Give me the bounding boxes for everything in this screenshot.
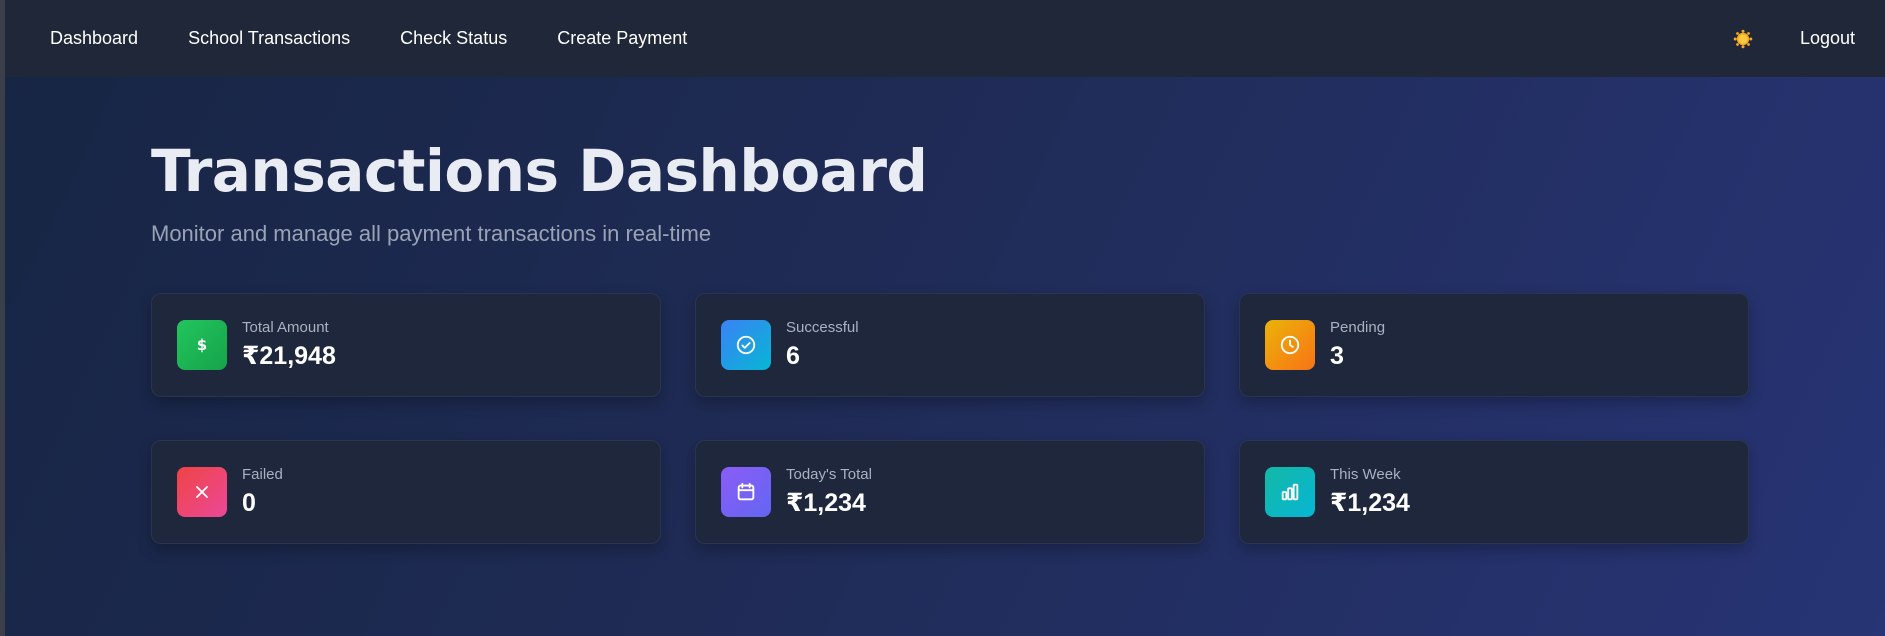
logout-button[interactable]: Logout xyxy=(1800,28,1855,49)
stat-label: Today's Total xyxy=(786,466,872,483)
stat-card-successful: Successful 6 xyxy=(695,293,1205,397)
stat-value: ₹21,948 xyxy=(242,342,336,370)
stat-card-pending: Pending 3 xyxy=(1239,293,1749,397)
clock-icon xyxy=(1265,320,1315,370)
stat-card-total-amount: $ Total Amount ₹21,948 xyxy=(151,293,661,397)
nav-link-create-payment[interactable]: Create Payment xyxy=(557,28,687,49)
stat-label: Pending xyxy=(1330,319,1386,336)
calendar-icon xyxy=(721,467,771,517)
dollar-icon: $ xyxy=(177,320,227,370)
nav-link-school-transactions[interactable]: School Transactions xyxy=(188,28,350,49)
stat-value: 0 xyxy=(242,489,256,517)
check-circle-icon xyxy=(721,320,771,370)
stat-label: Total Amount xyxy=(242,319,329,336)
bar-chart-icon xyxy=(1265,467,1315,517)
stat-card-todays-total: Today's Total ₹1,234 xyxy=(695,440,1205,544)
page-subtitle: Monitor and manage all payment transacti… xyxy=(151,221,712,246)
main-content: Transactions Dashboard Monitor and manag… xyxy=(151,135,1751,544)
nav-link-dashboard[interactable]: Dashboard xyxy=(50,28,138,49)
stat-label: Failed xyxy=(242,466,283,483)
page-title: Transactions Dashboard xyxy=(151,137,928,205)
nav-right-actions: Logout xyxy=(1732,28,1855,50)
stat-label: Successful xyxy=(786,319,859,336)
stat-value: 6 xyxy=(786,342,800,370)
stat-card-this-week: This Week ₹1,234 xyxy=(1239,440,1749,544)
stat-value: ₹1,234 xyxy=(786,489,866,517)
stat-value: ₹1,234 xyxy=(1330,489,1410,517)
top-navbar: Dashboard School Transactions Check Stat… xyxy=(5,0,1885,77)
stat-value: 3 xyxy=(1330,342,1344,370)
nav-link-check-status[interactable]: Check Status xyxy=(400,28,507,49)
sun-icon[interactable] xyxy=(1732,28,1754,50)
x-icon xyxy=(177,467,227,517)
stat-card-failed: Failed 0 xyxy=(151,440,661,544)
stat-label: This Week xyxy=(1330,466,1401,483)
app-window: Dashboard School Transactions Check Stat… xyxy=(0,0,1885,636)
